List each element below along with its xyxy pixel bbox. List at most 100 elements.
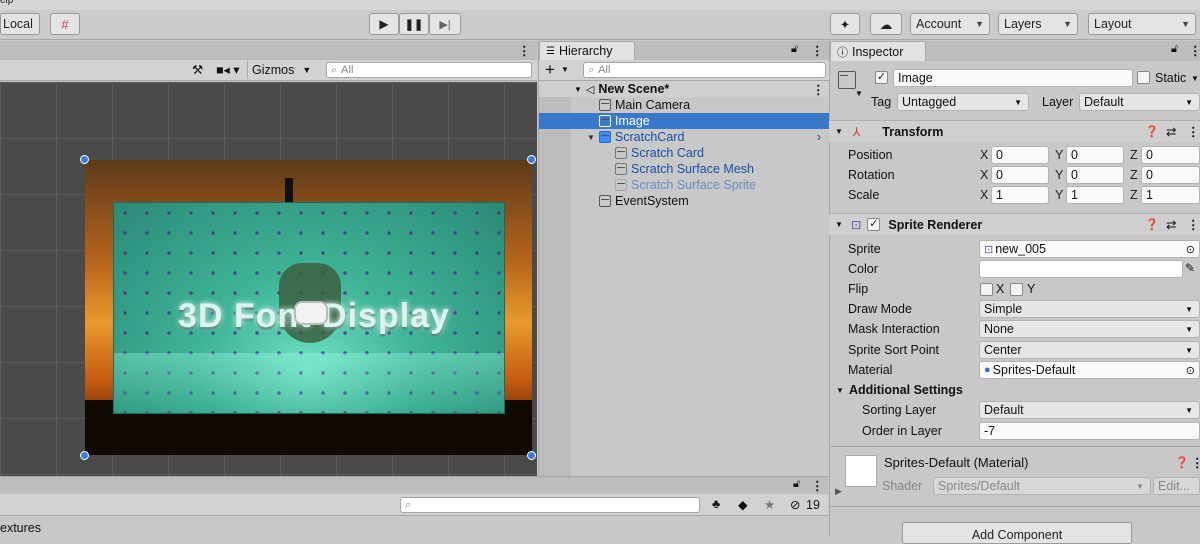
tag-dropdown[interactable]: Untagged ▼ [897, 93, 1029, 111]
tools-icon[interactable]: ⚒ [192, 62, 203, 77]
prefab-child-icon [615, 179, 627, 191]
lock-icon[interactable]: 🔓︎ [791, 43, 798, 56]
scale-y-field[interactable]: 1 [1066, 186, 1124, 204]
rect-handle[interactable] [80, 451, 89, 460]
list-item[interactable]: Main Camera [539, 97, 829, 113]
help-icon[interactable]: ❓ [1145, 218, 1159, 231]
project-search-input[interactable]: ⌕ [400, 497, 700, 513]
sunset-sprite[interactable]: 3D Font Display [85, 160, 532, 455]
chevron-down-icon[interactable]: ▼ [561, 65, 569, 74]
list-item[interactable]: Scratch Card [539, 145, 829, 161]
presets-icon[interactable]: ⇄ [1166, 124, 1176, 139]
position-x-field[interactable]: 0 [991, 146, 1049, 164]
component-enabled-checkbox[interactable]: ✓ [867, 218, 881, 231]
lock-icon[interactable]: 🔓︎ [1171, 43, 1178, 56]
object-name-field[interactable]: Image [893, 69, 1133, 87]
scene-search-input[interactable]: ⌕ All [326, 62, 532, 78]
list-item-selected[interactable]: Image [539, 113, 829, 129]
sorting-layer-dropdown[interactable]: Default ▼ [979, 401, 1200, 419]
list-item[interactable]: ▼ ScratchCard › [539, 129, 829, 145]
chevron-right-icon[interactable]: › [817, 130, 821, 144]
more-icon[interactable]: ⋮ [1187, 217, 1200, 232]
tab-hierarchy[interactable]: ☰ Hierarchy [539, 41, 635, 60]
step-button[interactable]: ▶| [429, 13, 461, 35]
account-dropdown[interactable]: Account ▼ [910, 13, 990, 35]
star-icon[interactable]: ★ [764, 497, 775, 512]
more-icon[interactable]: ⋮ [811, 478, 824, 493]
object-picker-icon[interactable]: ⊙ [1186, 364, 1195, 377]
more-icon[interactable]: ⋮ [1187, 124, 1200, 139]
order-in-layer-field[interactable]: -7 [979, 422, 1200, 440]
chevron-right-icon[interactable]: ▶ [835, 486, 842, 497]
project-folder-row[interactable]: extures [0, 519, 200, 537]
filter-type-icon[interactable]: ♣ [712, 497, 720, 511]
additional-settings-foldout[interactable]: Additional Settings [849, 383, 963, 397]
layout-dropdown[interactable]: Layout ▼ [1088, 13, 1196, 35]
sprite-field[interactable]: ⊡ new_005 ⊙ [979, 240, 1200, 258]
flip-x-checkbox[interactable] [980, 283, 993, 296]
search-icon: ⌕ [405, 498, 412, 511]
tab-inspector[interactable]: ⓘ Inspector [830, 41, 926, 61]
play-button[interactable]: ▶ [369, 13, 399, 35]
active-checkbox[interactable]: ✓ [875, 71, 888, 84]
rect-handle[interactable] [527, 451, 536, 460]
rect-handle[interactable] [527, 155, 536, 164]
draw-mode-dropdown[interactable]: Simple ▼ [979, 300, 1200, 318]
material-field[interactable]: ● Sprites-Default ⊙ [979, 361, 1200, 379]
presets-icon[interactable]: ⇄ [1166, 217, 1176, 232]
edit-shader-button[interactable]: Edit... [1153, 477, 1200, 495]
more-icon[interactable]: ⋮ [518, 43, 531, 58]
value: 0 [1146, 168, 1153, 182]
rotation-y-field[interactable]: 0 [1066, 166, 1124, 184]
rect-handle[interactable] [80, 155, 89, 164]
tag-icon[interactable]: ◆ [738, 497, 748, 512]
chevron-down-icon[interactable]: ▼ [855, 89, 863, 98]
scene-viewport[interactable]: 3D Font Display [0, 82, 537, 476]
color-field[interactable] [979, 260, 1183, 278]
grid-snap-button[interactable]: # [50, 13, 80, 35]
mask-interaction-dropdown[interactable]: None ▼ [979, 320, 1200, 338]
scratch-card-overlay[interactable]: 3D Font Display [113, 202, 505, 414]
more-icon[interactable]: ⋮ [1189, 43, 1200, 58]
help-icon[interactable]: ❓ [1145, 125, 1159, 138]
position-y-field[interactable]: 0 [1066, 146, 1124, 164]
add-icon[interactable]: + [545, 60, 555, 80]
list-item[interactable]: Scratch Surface Mesh [539, 161, 829, 177]
shader-dropdown[interactable]: Sprites/Default ▼ [933, 477, 1151, 495]
static-checkbox[interactable] [1137, 71, 1150, 84]
add-component-button[interactable]: Add Component [902, 522, 1132, 544]
list-item[interactable]: Scratch Surface Sprite [539, 177, 829, 193]
cloud-button[interactable]: ☁ [870, 13, 902, 35]
layers-dropdown[interactable]: Layers ▼ [998, 13, 1078, 35]
rotation-z-field[interactable]: 0 [1141, 166, 1200, 184]
hidden-icon[interactable]: ⊘ [790, 497, 800, 512]
flip-y-checkbox[interactable] [1010, 283, 1023, 296]
sprite-renderer-header[interactable]: ▼ ⊡ ✓ Sprite Renderer ❓ ⇄ ⋮ [829, 213, 1200, 235]
camera-icon[interactable]: ■◂ ▾ [216, 62, 240, 77]
chevron-down-icon[interactable]: ▼ [836, 386, 844, 395]
chevron-down-icon[interactable]: ▼ [1191, 74, 1199, 83]
more-icon[interactable]: ⋮ [811, 43, 824, 58]
layer-dropdown[interactable]: Default ▼ [1079, 93, 1200, 111]
rotation-x-field[interactable]: 0 [991, 166, 1049, 184]
list-item[interactable]: EventSystem [539, 193, 829, 209]
hierarchy-search-input[interactable]: ⌕ All [583, 62, 826, 78]
help-icon[interactable]: ❓ [1175, 456, 1189, 469]
object-picker-icon[interactable]: ⊙ [1186, 243, 1195, 256]
gizmos-dropdown[interactable]: Gizmos ▼ [247, 61, 317, 79]
menu-help-partial[interactable]: elp [0, 0, 13, 6]
transform-header[interactable]: ▼ ⅄ Transform ❓ ⇄ ⋮ [829, 120, 1200, 142]
scale-x-field[interactable]: 1 [991, 186, 1049, 204]
eyedropper-icon[interactable]: ✎ [1185, 261, 1195, 275]
position-z-field[interactable]: 0 [1141, 146, 1200, 164]
more-icon[interactable]: ⋮ [1191, 455, 1200, 470]
lock-icon[interactable]: 🔓︎ [793, 478, 800, 491]
collab-button[interactable]: ✦ [830, 13, 860, 35]
pause-button[interactable]: ❚❚ [399, 13, 429, 35]
rotation-label: Rotation [848, 168, 895, 182]
more-icon[interactable]: ⋮ [812, 82, 825, 97]
pivot-local-button[interactable]: Local [0, 13, 40, 35]
sprite-sort-point-dropdown[interactable]: Center ▼ [979, 341, 1200, 359]
list-item[interactable]: ▼ ◁ New Scene* ⋮ [539, 81, 829, 97]
scale-z-field[interactable]: 1 [1141, 186, 1200, 204]
